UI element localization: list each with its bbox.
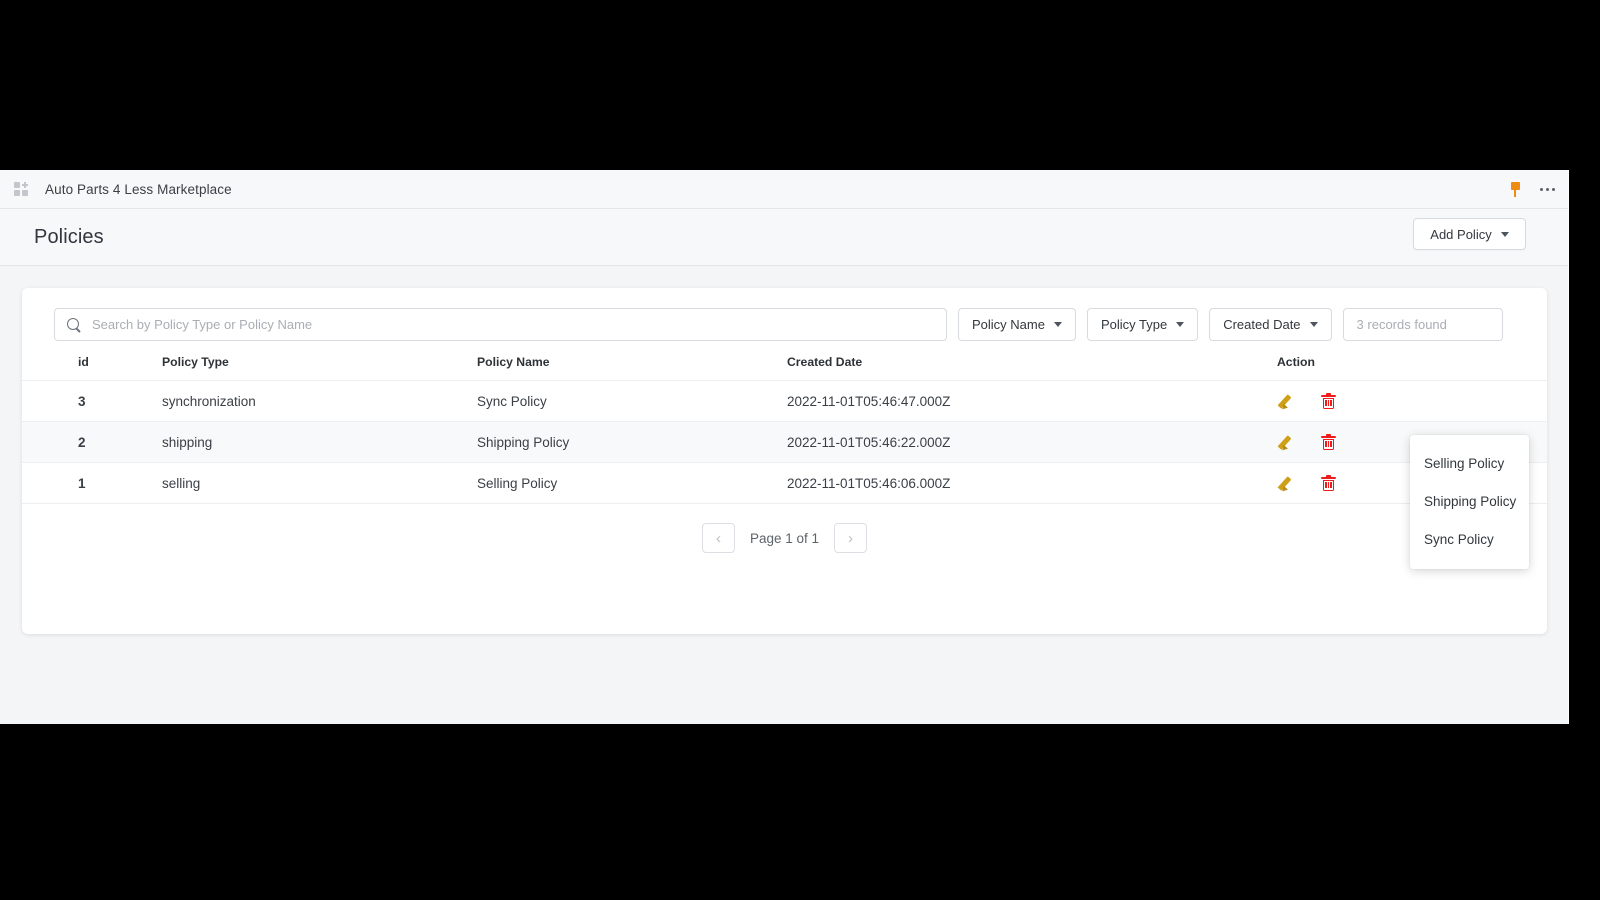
records-found-text: 3 records found [1356, 317, 1447, 332]
app-bar: Auto Parts 4 Less Marketplace [0, 170, 1569, 209]
menu-item-label: Shipping Policy [1424, 493, 1517, 509]
chevron-down-icon [1176, 322, 1185, 327]
edit-icon[interactable] [1279, 393, 1296, 410]
search-input[interactable] [92, 317, 934, 332]
policies-card: Policy Name Policy Type Created Date 3 r… [22, 288, 1547, 634]
application-viewport: Auto Parts 4 Less Marketplace Policies A… [0, 170, 1569, 724]
filter-policy-type-label: Policy Type [1100, 317, 1168, 332]
edit-icon[interactable] [1279, 434, 1296, 451]
cell-id: 1 [22, 462, 162, 504]
card-toolbar: Policy Name Policy Type Created Date 3 r… [22, 288, 1547, 341]
column-header-policy-type: Policy Type [162, 355, 477, 381]
filter-policy-type[interactable]: Policy Type [1086, 308, 1199, 341]
chevron-right-icon: › [848, 529, 854, 547]
cell-created-date: 2022-11-01T05:46:06.000Z [787, 462, 1277, 504]
table-header-row: id Policy Type Policy Name Created Date … [22, 355, 1547, 381]
records-found-field: 3 records found [1342, 308, 1503, 341]
delete-icon[interactable] [1321, 392, 1336, 410]
delete-icon[interactable] [1321, 474, 1336, 492]
cell-action [1277, 380, 1547, 422]
cell-policy-type: selling [162, 462, 477, 504]
table-header: id Policy Type Policy Name Created Date … [22, 355, 1547, 381]
viewport-right-edge [1568, 170, 1569, 724]
menu-item-sync-policy[interactable]: Sync Policy [1410, 520, 1529, 558]
add-policy-dropdown-menu: Selling Policy Shipping Policy Sync Poli… [1410, 435, 1529, 569]
delete-icon[interactable] [1321, 433, 1336, 451]
table-row: 2 shipping Shipping Policy 2022-11-01T05… [22, 421, 1547, 463]
edit-icon[interactable] [1279, 475, 1296, 492]
filter-policy-name-label: Policy Name [972, 317, 1045, 332]
page-title: Policies [34, 225, 104, 248]
policies-table: id Policy Type Policy Name Created Date … [22, 355, 1547, 504]
table-body: 3 synchronization Sync Policy 2022-11-01… [22, 380, 1547, 504]
cell-id: 3 [22, 380, 162, 422]
filter-policy-name[interactable]: Policy Name [958, 308, 1076, 341]
pagination: ‹ Page 1 of 1 › [22, 523, 1547, 553]
chevron-left-icon: ‹ [715, 529, 721, 547]
chevron-down-icon [1309, 322, 1318, 327]
cell-policy-name: Sync Policy [477, 380, 787, 422]
content-area: Policy Name Policy Type Created Date 3 r… [0, 266, 1569, 724]
next-page-button[interactable]: › [834, 523, 868, 553]
previous-page-button[interactable]: ‹ [701, 523, 735, 553]
filter-created-date-label: Created Date [1223, 317, 1301, 332]
cell-created-date: 2022-11-01T05:46:22.000Z [787, 421, 1277, 463]
table-row: 3 synchronization Sync Policy 2022-11-01… [22, 380, 1547, 422]
search-box[interactable] [54, 308, 947, 341]
table-row: 1 selling Selling Policy 2022-11-01T05:4… [22, 462, 1547, 504]
cell-policy-type: shipping [162, 421, 477, 463]
app-bar-actions [1509, 170, 1555, 209]
page-header: Policies Add Policy [0, 209, 1569, 266]
page-indicator: Page 1 of 1 [749, 530, 820, 546]
menu-item-shipping-policy[interactable]: Shipping Policy [1410, 482, 1529, 520]
column-header-policy-name: Policy Name [477, 355, 787, 381]
column-header-created-date: Created Date [787, 355, 1277, 381]
column-header-action: Action [1277, 355, 1547, 381]
add-policy-label: Add Policy [1430, 226, 1492, 242]
chevron-down-icon [1500, 231, 1509, 237]
column-header-id: id [22, 355, 162, 381]
cell-policy-type: synchronization [162, 380, 477, 422]
pin-icon[interactable] [1509, 182, 1522, 197]
cell-policy-name: Shipping Policy [477, 421, 787, 463]
app-title: Auto Parts 4 Less Marketplace [45, 181, 232, 197]
chevron-down-icon [1053, 322, 1062, 327]
cell-created-date: 2022-11-01T05:46:47.000Z [787, 380, 1277, 422]
add-policy-button[interactable]: Add Policy [1413, 218, 1526, 250]
search-icon [67, 317, 81, 332]
menu-item-label: Sync Policy [1424, 531, 1494, 547]
menu-item-selling-policy[interactable]: Selling Policy [1410, 444, 1529, 482]
cell-policy-name: Selling Policy [477, 462, 787, 504]
more-options-icon[interactable] [1539, 184, 1555, 195]
filter-created-date[interactable]: Created Date [1209, 308, 1332, 341]
cell-id: 2 [22, 421, 162, 463]
menu-item-label: Selling Policy [1424, 455, 1505, 471]
apps-grid-icon[interactable] [14, 182, 28, 196]
